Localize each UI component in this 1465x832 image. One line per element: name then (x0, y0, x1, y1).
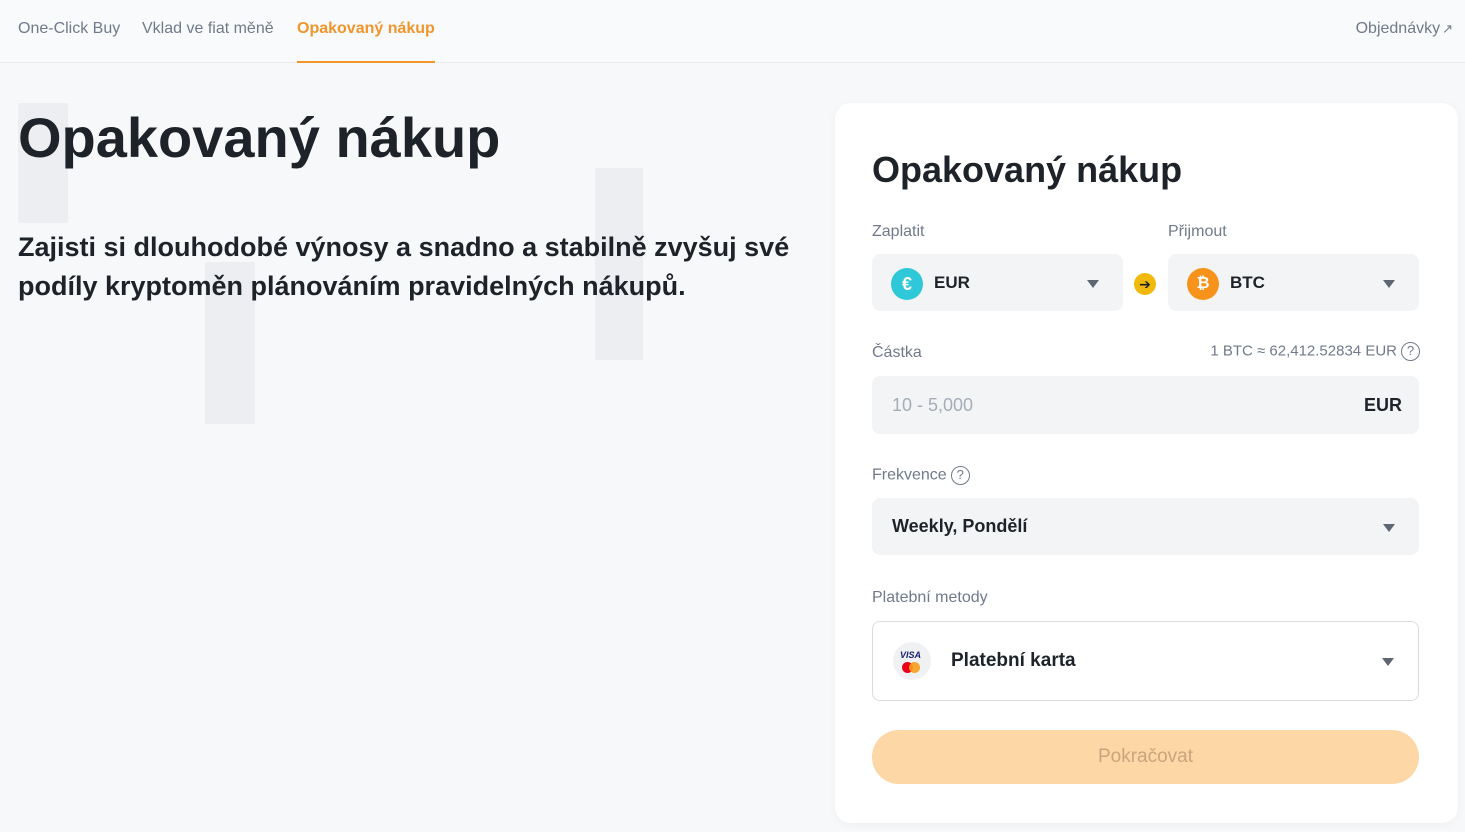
chevron-down-icon (1382, 658, 1394, 666)
help-icon[interactable]: ? (1401, 342, 1420, 361)
continue-button[interactable]: Pokračovat (872, 730, 1419, 784)
tab-one-click-buy[interactable]: One-Click Buy (18, 0, 120, 63)
amount-input[interactable] (872, 376, 1342, 434)
pay-currency-select[interactable]: € EUR (872, 254, 1123, 311)
help-icon[interactable]: ? (950, 466, 970, 485)
payment-method-select[interactable]: VISA Platební karta (872, 621, 1419, 701)
card-title: Opakovaný nákup (872, 149, 1183, 190)
frequency-label: Frekvence (872, 466, 947, 484)
payment-method-label: Platební metody (872, 589, 988, 606)
payment-method-value: Platební karta (951, 650, 1076, 671)
orders-label: Objednávky (1355, 20, 1441, 37)
chevron-down-icon (1383, 524, 1395, 532)
mastercard-circle-orange (909, 662, 920, 673)
tab-fiat-deposit[interactable]: Vklad ve fiat měně (142, 0, 274, 63)
frequency-value: Weekly, Pondělí (892, 516, 1028, 536)
chevron-down-icon (1087, 280, 1099, 288)
exchange-rate: 1 BTC ≈ 62,412.52834 EUR? (1210, 342, 1420, 361)
chevron-down-icon (1383, 280, 1395, 288)
amount-unit: EUR (1363, 395, 1402, 415)
amount-label: Částka (872, 344, 922, 361)
amount-field: EUR (872, 376, 1419, 434)
visa-logo-text: VISA (900, 650, 922, 660)
page-title: Opakovaný nákup (18, 106, 501, 169)
tab-recurring-buy[interactable]: Opakovaný nákup (297, 0, 435, 63)
top-nav: One-Click Buy Vklad ve fiat měně Opakova… (0, 0, 1465, 63)
external-link-icon: ↗ (1442, 21, 1453, 36)
bitcoin-icon: ₿ (1187, 268, 1219, 300)
frequency-select[interactable]: Weekly, Pondělí (872, 498, 1419, 555)
orders-link[interactable]: Objednávky ↗ (1356, 0, 1453, 63)
arrow-right-icon: ➔ (1134, 273, 1156, 295)
page-description: Zajisti si dlouhodobé výnosy a snadno a … (18, 232, 790, 301)
euro-icon: € (891, 268, 923, 300)
recurring-buy-card: Opakovaný nákup Zaplatit Přijmout € EUR … (835, 103, 1458, 823)
exchange-rate-text: 1 BTC ≈ 62,412.52834 EUR (1210, 342, 1397, 360)
receive-currency-select[interactable]: ₿ BTC (1168, 254, 1419, 311)
receive-currency-code: BTC (1230, 273, 1265, 292)
credit-card-icon: VISA (893, 642, 931, 680)
frequency-label-wrap: Frekvence? (872, 466, 970, 485)
receive-label: Přijmout (1168, 223, 1227, 240)
pay-currency-code: EUR (934, 273, 970, 292)
pay-label: Zaplatit (872, 223, 925, 240)
